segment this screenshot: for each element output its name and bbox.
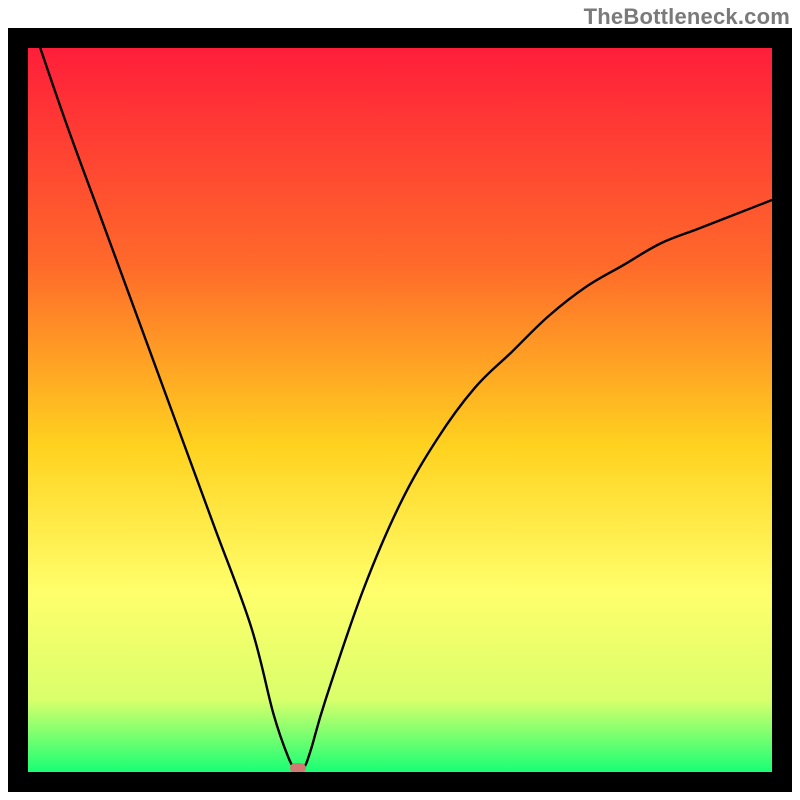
- watermark-text: TheBottleneck.com: [584, 4, 790, 30]
- plot-area: [28, 48, 772, 772]
- chart-svg: [28, 48, 772, 772]
- minimum-marker: [290, 763, 306, 772]
- chart-container: TheBottleneck.com: [0, 0, 800, 800]
- gradient-background: [28, 48, 772, 772]
- chart-frame: [8, 28, 792, 792]
